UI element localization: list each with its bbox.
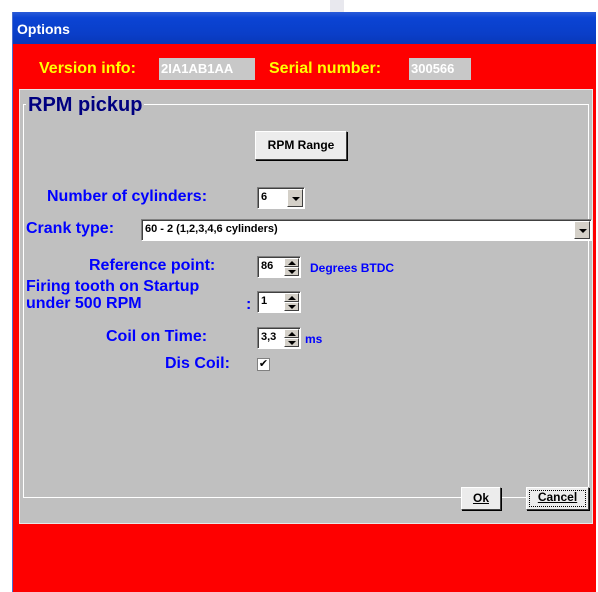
version-info-label: Version info: <box>39 60 136 77</box>
serial-number-label: Serial number: <box>269 60 382 77</box>
content-panel: RPM pickup RPM Range Number of cylinders… <box>19 89 593 524</box>
chevron-down-icon[interactable] <box>287 189 303 207</box>
cylinders-label: Number of cylinders: <box>47 188 208 205</box>
serial-number-value: 300566 <box>409 58 471 80</box>
cancel-button[interactable]: Cancel <box>526 487 589 510</box>
firing-tooth-spinner[interactable]: 1 <box>257 291 301 313</box>
spin-arrows-icon[interactable] <box>284 258 299 276</box>
chevron-down-icon[interactable] <box>574 221 590 239</box>
spin-arrows-icon[interactable] <box>284 293 299 311</box>
coil-on-time-spinner[interactable]: 3,3 <box>257 327 301 349</box>
firing-tooth-label-line1: Firing tooth on Startup <box>26 278 200 295</box>
ok-button[interactable]: Ok <box>461 487 501 510</box>
reference-point-spinner[interactable]: 86 <box>257 256 301 278</box>
crank-type-label: Crank type: <box>26 220 115 237</box>
version-info-value: 2IA1AB1AA <box>159 58 255 80</box>
firing-tooth-colon: : <box>246 296 252 313</box>
title-bar: Options <box>13 12 596 44</box>
reference-point-label: Reference point: <box>89 257 216 274</box>
coil-unit-label: ms <box>305 332 323 346</box>
group-title: RPM pickup <box>26 94 145 117</box>
dis-coil-label: Dis Coil: <box>165 355 230 372</box>
reference-unit-label: Degrees BTDC <box>310 261 395 275</box>
top-strip <box>0 0 598 12</box>
info-row: Version info: 2IA1AB1AA Serial number: 3… <box>13 56 596 82</box>
cylinders-dropdown[interactable]: 6 <box>257 187 305 209</box>
coil-on-time-label: Coil on Time: <box>106 328 208 345</box>
firing-tooth-label-line2: under 500 RPM <box>26 295 142 312</box>
rpm-range-button[interactable]: RPM Range <box>255 131 347 160</box>
dis-coil-checkbox[interactable]: ✔ <box>257 358 270 371</box>
spin-arrows-icon[interactable] <box>284 329 299 347</box>
crank-type-dropdown[interactable]: 60 - 2 (1,2,3,4,6 cylinders) <box>141 219 592 241</box>
options-window: Options Version info: 2IA1AB1AA Serial n… <box>12 12 596 592</box>
